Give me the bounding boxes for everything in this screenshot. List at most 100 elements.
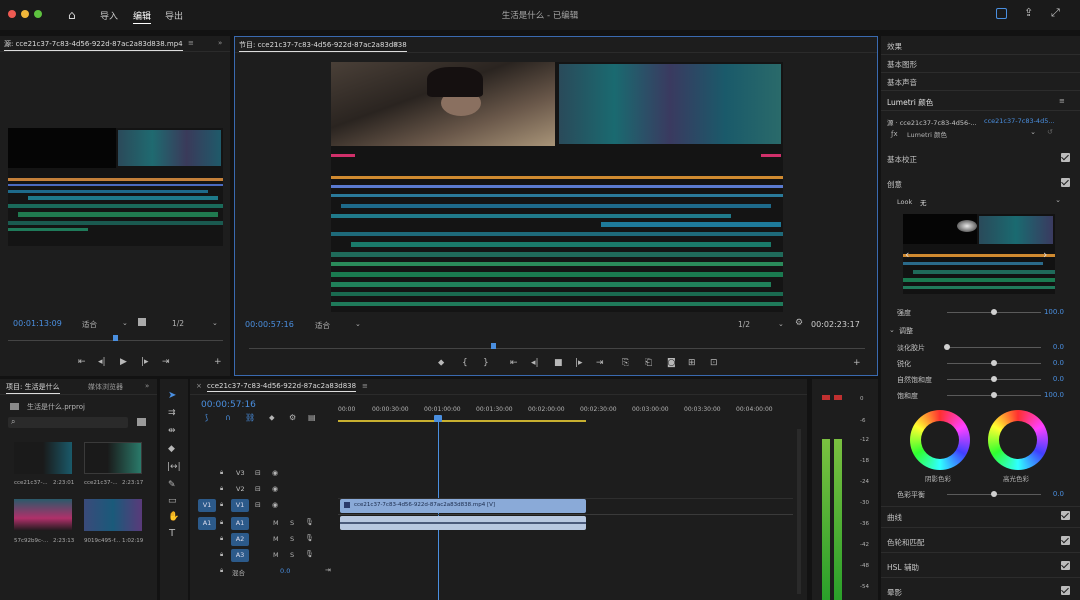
video-clip[interactable]: cce21c37-7c83-4d56-922d-87ac2a83d838.mp4… — [340, 499, 586, 513]
close-icon[interactable]: × — [196, 382, 202, 390]
program-tab[interactable]: 节目: cce21c37-7c83-4d56-922d-87ac2a83d838 — [239, 40, 407, 52]
creative-label[interactable]: 创意 — [887, 179, 902, 190]
section-lumetri[interactable]: Lumetri 颜色 — [887, 97, 933, 108]
slip-tool-icon[interactable]: |↔| — [167, 463, 181, 472]
overwrite-icon[interactable]: ⊡ — [710, 359, 718, 368]
linked-selection-icon[interactable]: ⛓ — [245, 413, 255, 422]
nav-import[interactable]: 导入 — [100, 9, 118, 22]
tab-project[interactable]: 项目: 生活是什么 — [6, 382, 60, 394]
marker-icon[interactable]: ⬥ — [438, 359, 444, 368]
sharpen-slider[interactable] — [947, 360, 1041, 366]
add-button-icon[interactable]: + — [853, 359, 861, 368]
look-prev-icon[interactable]: ‹ — [905, 248, 909, 261]
selection-tool-icon[interactable]: ➤ — [168, 391, 176, 401]
basic-correction-checkbox[interactable] — [1061, 153, 1070, 162]
section-essential-graphics[interactable]: 基本图形 — [887, 59, 917, 70]
tint-balance-slider[interactable] — [947, 491, 1041, 497]
lock-icon[interactable]: 🔒︎ — [220, 469, 223, 477]
nav-edit[interactable]: 编辑 — [133, 9, 152, 24]
pen-tool-icon[interactable]: ✎ — [168, 481, 176, 490]
captions-icon[interactable]: ▤ — [308, 413, 316, 422]
mark-out-icon[interactable]: } — [483, 359, 489, 368]
add-button-icon[interactable]: + — [214, 358, 222, 367]
maximize-window-button[interactable] — [34, 10, 42, 18]
timeline-tab[interactable]: cce21c37-7c83-4d56-922d-87ac2a83d838 — [207, 382, 357, 392]
mic-icon[interactable]: 🎙︎ — [305, 550, 314, 558]
extract-icon[interactable]: ⎗ — [645, 359, 652, 368]
hsl-secondary-label[interactable]: HSL 辅助 — [887, 562, 919, 573]
step-back-icon[interactable]: ◂| — [98, 358, 106, 367]
look-select[interactable]: 无 ⌄ — [917, 196, 1063, 207]
vignette-checkbox[interactable] — [1061, 586, 1070, 595]
rectangle-tool-icon[interactable]: ▭ — [168, 497, 177, 506]
lock-icon[interactable]: 🔒︎ — [220, 519, 223, 527]
share-icon[interactable]: ⇪ — [1024, 6, 1033, 19]
source-link[interactable]: cce21c37-7c83-4d5... — [984, 117, 1055, 125]
faded-film-slider[interactable] — [944, 344, 1041, 350]
time-ruler[interactable]: 00:00 00:00:30:00 00:01:00:00 00:01:30:0… — [338, 402, 800, 422]
solo-button[interactable]: S — [290, 519, 294, 527]
playhead-handle[interactable] — [434, 415, 442, 422]
lumetri-select[interactable]: Lumetri 颜色 ⌄ — [903, 128, 1038, 139]
minimize-window-button[interactable] — [21, 10, 29, 18]
workspaces-icon[interactable] — [996, 8, 1007, 19]
project-clip-item[interactable] — [84, 442, 142, 474]
solo-button[interactable]: S — [290, 551, 294, 559]
insert-icon[interactable]: ⊞ — [688, 359, 696, 368]
project-clip-item[interactable] — [14, 499, 72, 531]
go-to-in-icon[interactable]: ⇤ — [510, 359, 518, 368]
color-wheels-label[interactable]: 色轮和匹配 — [887, 537, 925, 548]
source-fit-select[interactable]: 适合 — [82, 319, 97, 330]
track-target-a3[interactable]: A3 — [231, 549, 249, 562]
mute-button[interactable]: M — [273, 551, 279, 559]
eye-icon[interactable]: ◉ — [272, 501, 278, 509]
tab-media-browser[interactable]: 媒体浏览器 — [88, 382, 123, 392]
mix-end-icon[interactable]: ⇥ — [325, 566, 331, 574]
track-select-tool-icon[interactable]: ⇉ — [168, 409, 176, 418]
project-clip-item[interactable] — [14, 442, 72, 474]
mark-in-icon[interactable]: ⇤ — [78, 358, 86, 367]
play-icon[interactable]: ▶ — [120, 358, 127, 367]
settings-icon[interactable] — [138, 318, 146, 326]
sync-icon[interactable]: ⊟ — [255, 501, 261, 509]
shadow-tint-wheel[interactable] — [910, 410, 970, 470]
mark-in-icon[interactable]: { — [462, 359, 468, 368]
sharpen-value[interactable]: 0.0 — [1053, 359, 1064, 367]
source-res-select[interactable]: 1/2 — [172, 319, 184, 328]
stop-icon[interactable]: ■ — [554, 359, 563, 368]
faded-film-value[interactable]: 0.0 — [1053, 343, 1064, 351]
adjust-label[interactable]: 调整 — [899, 326, 913, 336]
type-tool-icon[interactable]: T — [169, 529, 175, 539]
go-to-out-icon[interactable]: ⇥ — [596, 359, 604, 368]
hand-tool-icon[interactable]: ✋ — [168, 513, 179, 522]
highlight-tint-wheel[interactable] — [988, 410, 1048, 470]
step-forward-icon[interactable]: |▸ — [575, 359, 583, 368]
lock-icon[interactable]: 🔒︎ — [220, 501, 223, 509]
source-patch-a1[interactable]: A1 — [198, 517, 216, 530]
program-fit-select[interactable]: 适合 — [315, 320, 330, 331]
panel-menu-icon[interactable]: ≡ — [362, 382, 368, 390]
intensity-slider[interactable] — [947, 309, 1041, 315]
camera-icon[interactable]: ◙ — [667, 359, 676, 368]
creative-checkbox[interactable] — [1061, 178, 1070, 187]
lock-icon[interactable]: 🔒︎ — [220, 567, 223, 575]
lock-icon[interactable]: 🔒︎ — [220, 551, 223, 559]
basic-correction-label[interactable]: 基本校正 — [887, 154, 917, 165]
sync-icon[interactable]: ⊟ — [255, 469, 261, 477]
lock-icon[interactable]: 🔒︎ — [220, 535, 223, 543]
timeline-timecode[interactable]: 00:00:57:16 — [201, 400, 256, 410]
source-patch-v1[interactable]: V1 — [198, 499, 216, 512]
vibrance-slider[interactable] — [947, 376, 1041, 382]
vignette-label[interactable]: 晕影 — [887, 587, 902, 598]
saturation-value[interactable]: 100.0 — [1044, 391, 1064, 399]
expand-icon[interactable]: » — [218, 39, 222, 47]
project-clip-item[interactable] — [84, 499, 142, 531]
source-timecode[interactable]: 00:01:13:09 — [13, 319, 62, 328]
snap-icon[interactable]: ⟆ — [205, 413, 208, 422]
mix-value[interactable]: 0.0 — [280, 567, 290, 575]
source-playhead[interactable] — [113, 335, 118, 341]
reset-icon[interactable]: ↺ — [1047, 128, 1053, 136]
ripple-edit-tool-icon[interactable]: ⇹ — [168, 427, 176, 436]
hsl-secondary-checkbox[interactable] — [1061, 561, 1070, 570]
close-window-button[interactable] — [8, 10, 16, 18]
